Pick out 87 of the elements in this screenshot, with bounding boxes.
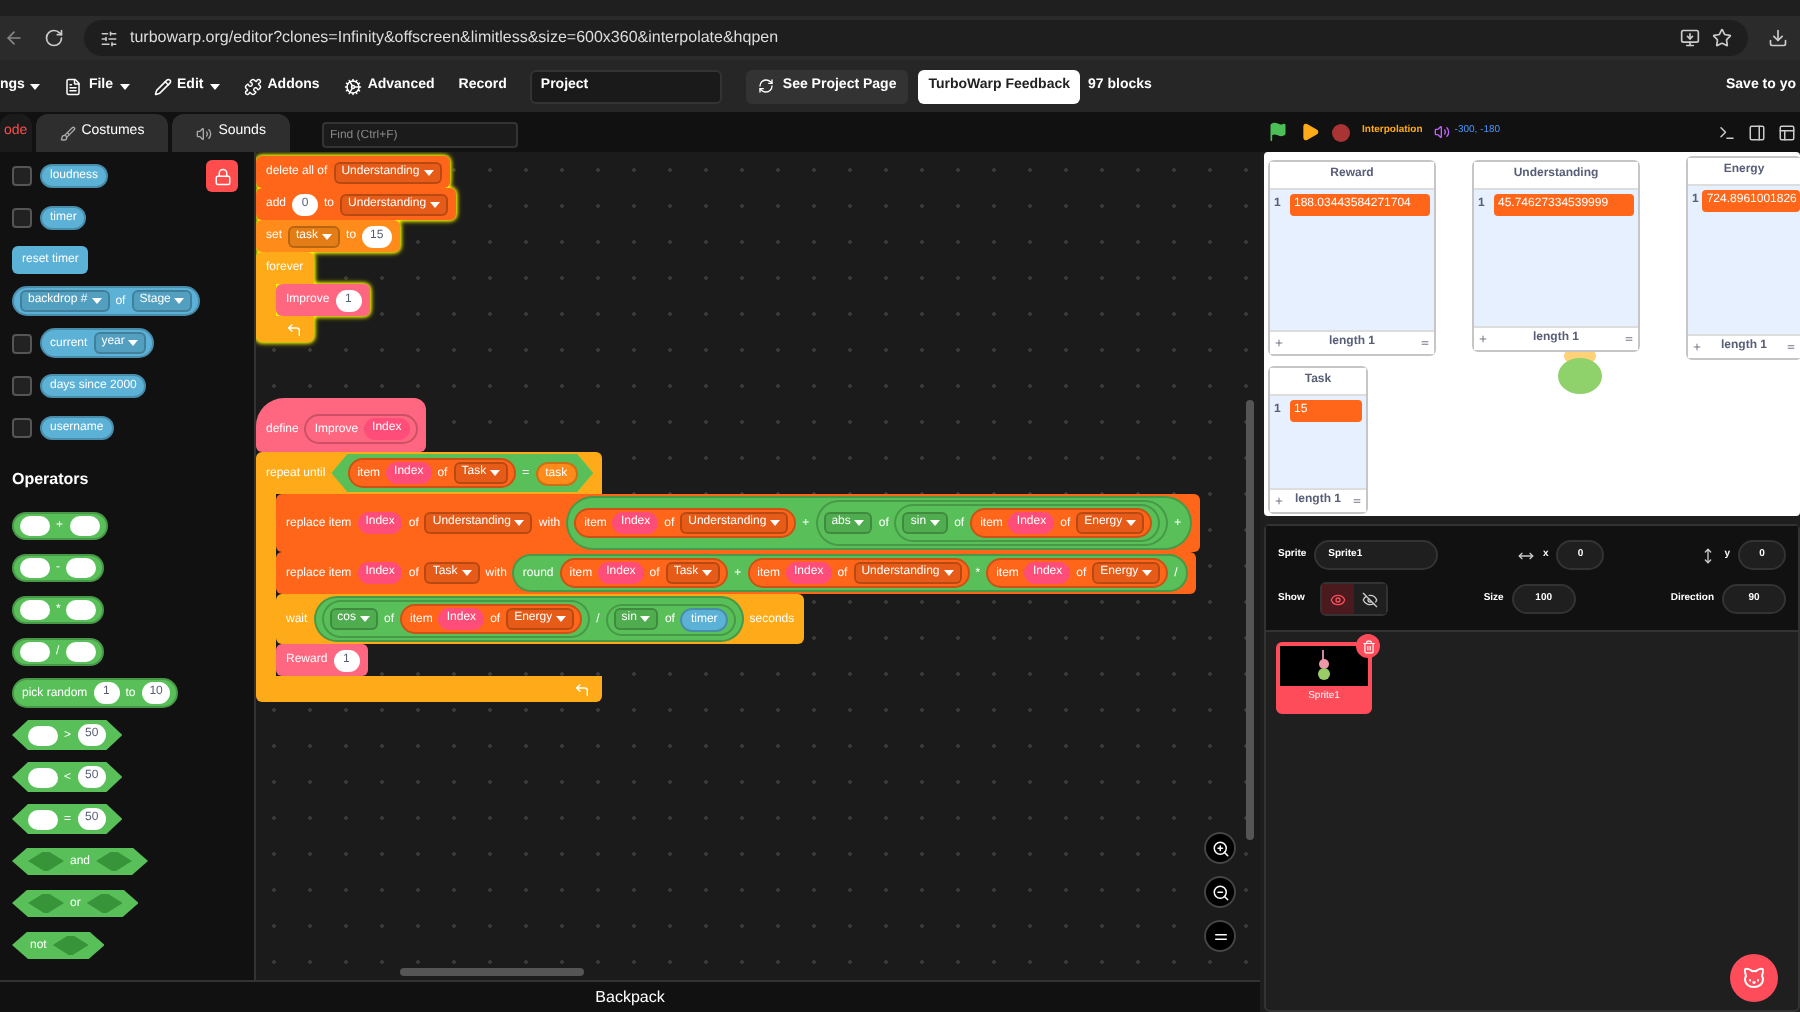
caret-icon bbox=[119, 83, 130, 89]
caret-icon bbox=[209, 83, 220, 89]
refresh-icon bbox=[758, 78, 775, 94]
site-settings-icon[interactable] bbox=[100, 29, 118, 47]
caret-icon bbox=[640, 616, 651, 622]
menu-icon bbox=[153, 77, 172, 95]
zoom-out-button[interactable] bbox=[1204, 876, 1236, 908]
caret-icon bbox=[128, 340, 139, 346]
add-item-icon[interactable] bbox=[1478, 334, 1488, 344]
add-item-icon[interactable] bbox=[1692, 342, 1702, 352]
flag-icon[interactable] bbox=[1268, 122, 1288, 142]
stop-icon[interactable] bbox=[1332, 123, 1350, 141]
caret-icon bbox=[556, 616, 567, 622]
zoom-out-icon bbox=[1211, 883, 1229, 901]
caret-icon bbox=[174, 298, 185, 304]
boolean-slot[interactable] bbox=[86, 893, 123, 913]
caret-icon bbox=[91, 298, 102, 304]
caret-icon bbox=[1126, 520, 1137, 526]
boolean-slot[interactable] bbox=[96, 851, 133, 871]
checkbox[interactable] bbox=[12, 165, 32, 185]
checkbox[interactable] bbox=[12, 417, 32, 437]
caret-icon bbox=[514, 520, 525, 526]
cat-icon bbox=[1742, 966, 1766, 990]
menu-icon bbox=[64, 77, 83, 95]
tab-icon bbox=[59, 125, 76, 141]
caret-icon bbox=[423, 169, 434, 175]
caret-icon bbox=[461, 570, 472, 576]
caret-icon bbox=[490, 470, 501, 476]
zoom-in-icon bbox=[1211, 839, 1229, 857]
empty-input[interactable] bbox=[28, 767, 58, 787]
lock-icon bbox=[213, 167, 231, 185]
boolean-slot[interactable] bbox=[28, 893, 64, 913]
eye-icon bbox=[1330, 591, 1347, 607]
back-icon[interactable] bbox=[4, 28, 24, 48]
caret-icon bbox=[1142, 570, 1153, 576]
caret-icon bbox=[322, 233, 333, 239]
add-item-icon[interactable] bbox=[1274, 338, 1284, 348]
loop-arrow-icon bbox=[285, 321, 302, 337]
install-icon[interactable] bbox=[1680, 28, 1700, 48]
menu-icon bbox=[343, 77, 362, 95]
caret-icon bbox=[430, 201, 441, 207]
trash-icon bbox=[1361, 639, 1375, 653]
tab-icon bbox=[196, 125, 213, 141]
large-stage-icon[interactable] bbox=[1778, 123, 1796, 141]
vertical-arrows-icon bbox=[1700, 547, 1717, 563]
caret-icon bbox=[930, 520, 941, 526]
small-stage-icon[interactable] bbox=[1748, 123, 1766, 141]
caret-icon bbox=[30, 83, 41, 89]
horizontal-scrollbar[interactable] bbox=[400, 968, 584, 976]
checkbox[interactable] bbox=[12, 333, 32, 353]
sprite-thumbnail-drawing bbox=[1316, 650, 1332, 682]
bookmark-icon[interactable] bbox=[1712, 28, 1732, 48]
caret-icon bbox=[702, 570, 713, 576]
menu-icon bbox=[243, 77, 262, 95]
download-icon[interactable] bbox=[1768, 28, 1788, 48]
lock-button[interactable] bbox=[206, 160, 238, 192]
backpack-bar[interactable]: Backpack bbox=[0, 980, 1260, 1012]
boolean-slot[interactable] bbox=[52, 935, 89, 955]
zoom-in-button[interactable] bbox=[1204, 832, 1236, 864]
horizontal-arrows-icon bbox=[1518, 547, 1535, 563]
checkbox[interactable] bbox=[12, 375, 32, 395]
category-heading: Operators bbox=[12, 468, 91, 492]
empty-input[interactable] bbox=[28, 725, 58, 745]
play-icon[interactable] bbox=[1300, 122, 1320, 142]
delete-sprite-button[interactable] bbox=[1356, 634, 1380, 658]
caret-icon bbox=[770, 520, 781, 526]
resize-handle-icon[interactable] bbox=[1623, 334, 1634, 344]
caret-icon bbox=[854, 520, 865, 526]
resize-handle-icon[interactable] bbox=[1351, 496, 1362, 506]
reload-icon[interactable] bbox=[44, 28, 64, 48]
hide-button[interactable] bbox=[1354, 584, 1387, 614]
add-item-icon[interactable] bbox=[1274, 496, 1284, 506]
console-icon[interactable] bbox=[1718, 123, 1736, 141]
add-sprite-button[interactable] bbox=[1730, 954, 1778, 1002]
resize-handle-icon[interactable] bbox=[1419, 338, 1430, 348]
empty-input[interactable] bbox=[28, 809, 58, 829]
show-button[interactable] bbox=[1322, 584, 1355, 614]
caret-icon bbox=[360, 616, 371, 622]
resize-handle-icon[interactable] bbox=[1785, 342, 1796, 352]
eye-off-icon bbox=[1362, 591, 1379, 607]
boolean-slot[interactable] bbox=[28, 851, 64, 871]
reset-zoom-button[interactable] bbox=[1204, 920, 1236, 952]
caret-icon bbox=[943, 570, 954, 576]
vertical-scrollbar[interactable] bbox=[1246, 400, 1254, 840]
loop-arrow-icon bbox=[573, 681, 590, 697]
checkbox[interactable] bbox=[12, 207, 32, 227]
speaker-icon bbox=[1434, 124, 1451, 140]
